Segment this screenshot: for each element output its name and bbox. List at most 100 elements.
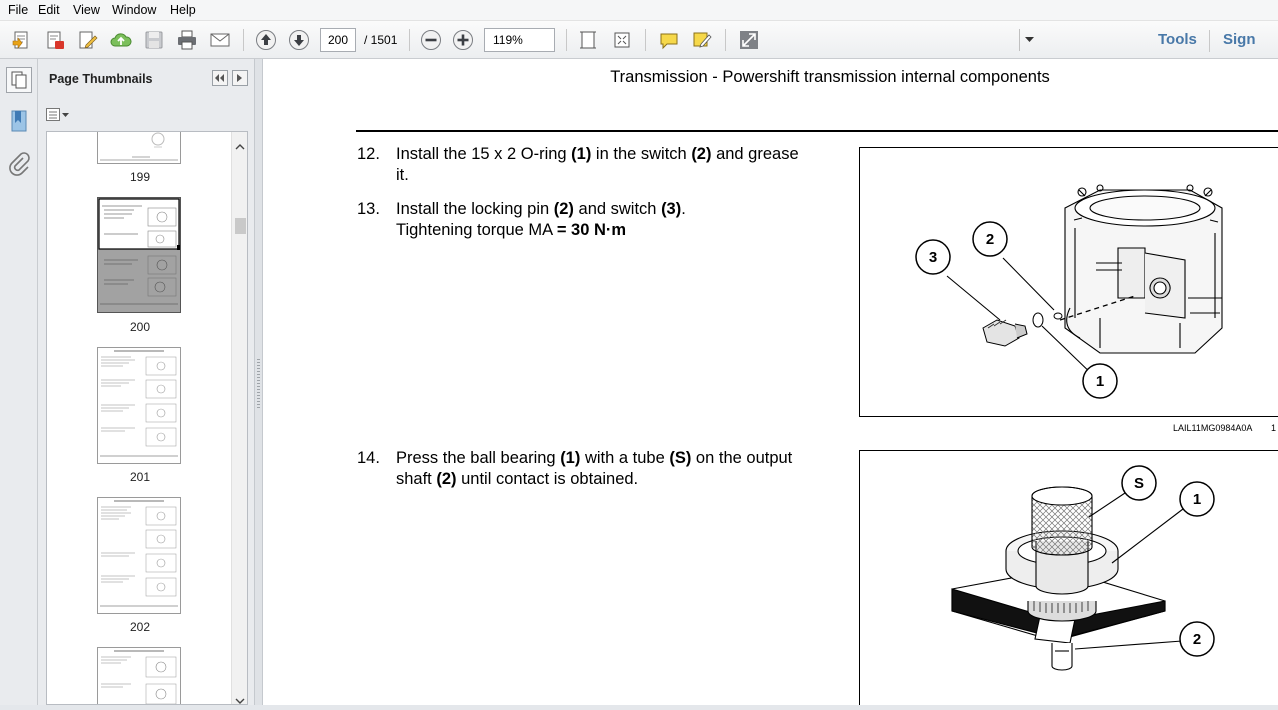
collapse-left-icon[interactable] xyxy=(212,70,228,86)
thumbnail-scrollbar[interactable] xyxy=(231,132,247,704)
step-text-part: and switch xyxy=(573,200,662,218)
step-ref: (2) xyxy=(436,470,457,488)
zoom-in-icon[interactable] xyxy=(450,27,476,53)
bookmarks-icon[interactable] xyxy=(9,109,29,135)
fit-page-icon[interactable] xyxy=(575,27,601,53)
step-text-part: with a tube xyxy=(580,449,670,467)
step-ref: (1) xyxy=(571,145,592,163)
attachments-icon[interactable] xyxy=(8,151,30,177)
next-page-icon[interactable] xyxy=(286,27,312,53)
toolbar-separator xyxy=(725,29,726,51)
torque-value: = 30 N·m xyxy=(556,221,627,239)
splitter-grip xyxy=(257,359,260,409)
expand-right-icon[interactable] xyxy=(232,70,248,86)
callout-label: 2 xyxy=(1193,631,1201,648)
scroll-up-icon[interactable] xyxy=(235,137,245,155)
fit-width-icon[interactable] xyxy=(609,27,635,53)
zoom-out-icon[interactable] xyxy=(418,27,444,53)
step-ref: (S) xyxy=(669,449,692,467)
expand-icon[interactable] xyxy=(736,27,762,53)
thumbnail-page-200[interactable] xyxy=(97,197,182,313)
previous-page-icon[interactable] xyxy=(253,27,279,53)
email-icon[interactable] xyxy=(207,27,233,53)
step-12: 12. Install the 15 x 2 O-ring (1) in the… xyxy=(357,144,837,188)
step-text: Install the 15 x 2 O-ring (1) in the swi… xyxy=(396,144,836,186)
title-rule xyxy=(356,130,1278,132)
toolbar-separator xyxy=(1209,30,1210,52)
highlight-icon[interactable] xyxy=(689,27,715,53)
step-text-part: Install the 15 x 2 O-ring xyxy=(396,145,572,163)
step-text-part: shaft xyxy=(396,470,437,488)
chevron-down-icon[interactable] xyxy=(1019,29,1039,51)
page-title: Transmission - Powershift transmission i… xyxy=(610,68,1050,86)
step-text-part: and grease xyxy=(711,145,799,163)
thumbnail-options-icon[interactable] xyxy=(46,107,72,123)
menu-help[interactable]: Help xyxy=(170,3,196,17)
step-ref: (3) xyxy=(661,200,682,218)
panel-title: Page Thumbnails xyxy=(49,72,153,86)
menu-bar: File Edit View Window Help xyxy=(0,0,1278,21)
thumbnail-page-201[interactable] xyxy=(97,347,181,464)
step-text-part: . xyxy=(681,200,686,218)
scroll-down-icon[interactable] xyxy=(235,692,245,704)
callout-label: S xyxy=(1134,475,1144,492)
scroll-thumb[interactable] xyxy=(235,218,246,234)
callout-label: 1 xyxy=(1096,373,1104,390)
step-number: 12. xyxy=(357,145,380,163)
step-13: 13. Install the locking pin (2) and swit… xyxy=(357,199,837,243)
step-text-part: Tightening torque MA xyxy=(396,221,557,239)
print-icon[interactable] xyxy=(174,27,200,53)
page-thumbnails-icon[interactable] xyxy=(6,67,32,93)
step-ref: (1) xyxy=(560,449,581,467)
export-pdf-icon[interactable] xyxy=(42,27,68,53)
menu-file[interactable]: File xyxy=(8,3,28,17)
save-icon[interactable] xyxy=(141,27,167,53)
panel-splitter[interactable] xyxy=(254,59,263,710)
callout-label: 1 xyxy=(1193,491,1201,508)
toolbar-separator xyxy=(645,29,646,51)
menu-view[interactable]: View xyxy=(73,3,100,17)
menu-edit[interactable]: Edit xyxy=(38,3,60,17)
thumbnail-page-202[interactable] xyxy=(97,497,181,614)
toolbar: 200 / 1501 119% Tools Sign xyxy=(0,21,1278,59)
toolbar-separator xyxy=(243,29,244,51)
navigation-rail xyxy=(0,59,38,710)
zoom-select[interactable]: 119% xyxy=(484,28,1034,52)
figure-number: 1 xyxy=(1271,423,1277,433)
step-number: 13. xyxy=(357,200,380,218)
step-text-part: in the switch xyxy=(591,145,692,163)
tools-button[interactable]: Tools xyxy=(1158,31,1197,48)
step-14: 14. Press the ball bearing (1) with a tu… xyxy=(357,448,837,492)
step-text-part: Press the ball bearing xyxy=(396,449,561,467)
step-text: Install the locking pin (2) and switch (… xyxy=(396,199,836,241)
bearing-press-illustration: S 1 2 xyxy=(951,465,1215,671)
step-ref: (2) xyxy=(553,200,574,218)
comment-icon[interactable] xyxy=(656,27,682,53)
step-number: 14. xyxy=(357,449,380,467)
step-text-part: on the output xyxy=(691,449,793,467)
thumbnail-list: 199 200 201 202 xyxy=(46,131,248,705)
step-text-part: it. xyxy=(396,166,409,184)
edit-pdf-icon[interactable] xyxy=(75,27,101,53)
step-text-part: until contact is obtained. xyxy=(456,470,639,488)
callout-label: 2 xyxy=(986,231,994,248)
figure-caption: LAIL11MG0984A0A xyxy=(1173,423,1253,433)
thumbnail-page-199[interactable] xyxy=(97,132,181,164)
sign-button[interactable]: Sign xyxy=(1223,31,1256,48)
figure-switch-install: 3 2 1 xyxy=(859,147,1278,417)
step-text: Press the ball bearing (1) with a tube (… xyxy=(396,448,836,490)
toolbar-separator xyxy=(409,29,410,51)
step-text-part: Install the locking pin xyxy=(396,200,554,218)
pdf-reader-window: File Edit View Window Help 200 / 1501 11… xyxy=(0,0,1278,710)
zoom-value: 119% xyxy=(493,33,523,47)
create-pdf-icon[interactable] xyxy=(9,27,35,53)
step-ref: (2) xyxy=(691,145,712,163)
cloud-upload-icon[interactable] xyxy=(108,27,134,53)
thumbnail-label: 201 xyxy=(129,470,151,484)
thumbnail-page-203[interactable] xyxy=(97,647,181,704)
menu-window[interactable]: Window xyxy=(112,3,156,17)
total-pages: / 1501 xyxy=(364,33,398,47)
status-strip xyxy=(0,705,1278,710)
thumbnail-label: 200 xyxy=(129,320,151,334)
page-number-input[interactable]: 200 xyxy=(320,28,356,52)
